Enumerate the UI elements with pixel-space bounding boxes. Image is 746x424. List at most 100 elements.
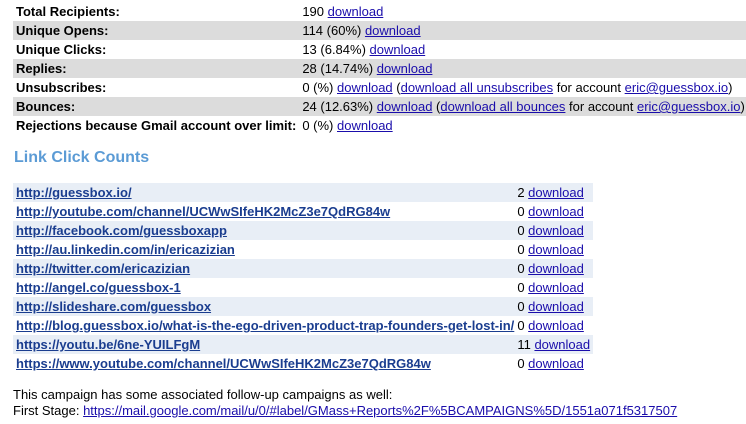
link-count-cell: 0 download xyxy=(517,297,594,316)
link-count-cell: 0 download xyxy=(517,278,593,297)
link-row: http://youtube.com/channel/UCWwSIfeHK2Mc… xyxy=(13,202,593,221)
link-url[interactable]: https://youtu.be/6ne-YUILFgM xyxy=(16,337,200,352)
link-count-cell: 0 download xyxy=(517,221,594,240)
link-download[interactable]: download xyxy=(528,242,584,257)
stats-link[interactable]: download xyxy=(377,61,433,76)
first-stage-label: First Stage: xyxy=(13,403,84,418)
link-download[interactable]: download xyxy=(528,318,584,333)
stats-value: 13 (6.84%) xyxy=(302,42,366,57)
link-url[interactable]: https://www.youtube.com/channel/UCWwSIfe… xyxy=(16,356,431,371)
link-download[interactable]: download xyxy=(528,280,584,295)
stats-value-cell: 114 (60%) download xyxy=(299,21,746,40)
stats-label: Unsubscribes: xyxy=(16,80,107,95)
stats-value-cell: 28 (14.74%) download xyxy=(299,59,746,78)
link-count: 0 xyxy=(517,223,525,238)
stats-value: 114 (60%) xyxy=(302,23,362,38)
link-url-cell: http://facebook.com/guessboxapp xyxy=(13,221,518,240)
stats-value: 0 (%) xyxy=(302,80,334,95)
stats-link[interactable]: download xyxy=(328,4,384,19)
stats-value: 190 xyxy=(302,4,325,19)
link-count-cell: 0 download xyxy=(517,240,593,259)
link-count: 0 xyxy=(517,280,525,295)
link-count: 0 xyxy=(517,204,525,219)
stats-link[interactable]: download xyxy=(377,99,433,114)
link-url[interactable]: http://angel.co/guessbox-1 xyxy=(16,280,181,295)
link-url[interactable]: http://au.linkedin.com/in/ericazizian xyxy=(16,242,235,257)
link-url[interactable]: http://twitter.com/ericazizian xyxy=(16,261,190,276)
stats-link[interactable]: download xyxy=(337,80,393,95)
stats-row: Total Recipients: 190 download xyxy=(13,2,746,21)
stats-link[interactable]: download all bounces xyxy=(440,99,565,114)
link-row: http://angel.co/guessbox-1 0 download xyxy=(13,278,593,297)
link-row: http://au.linkedin.com/in/ericazizian 0 d… xyxy=(13,240,593,259)
link-row: http://twitter.com/ericazizian 0 download xyxy=(13,259,594,278)
stats-label: Total Recipients: xyxy=(16,4,120,19)
link-count: 0 xyxy=(517,356,525,371)
stats-row: Rejections because Gmail account over li… xyxy=(13,116,746,135)
link-click-counts-heading: Link Click Counts xyxy=(14,149,150,166)
link-url[interactable]: http://blog.guessbox.io/what-is-the-ego-… xyxy=(16,318,514,333)
link-url[interactable]: http://youtube.com/channel/UCWwSIfeHK2Mc… xyxy=(16,204,390,219)
link-count-cell: 11 download xyxy=(517,335,594,354)
stats-label: Unique Clicks: xyxy=(16,42,107,57)
stats-row: Unique Clicks: 13 (6.84%) download xyxy=(13,40,746,59)
stats-text: for account xyxy=(565,99,637,114)
stats-value-cell: 24 (12.63%) download (download all bounc… xyxy=(299,97,746,116)
link-download[interactable]: download xyxy=(528,356,584,371)
stats-value-cell: 0 (%) download xyxy=(299,116,746,135)
link-url-cell: http://youtube.com/channel/UCWwSIfeHK2Mc… xyxy=(13,202,517,221)
stats-row: Unsubscribes: 0 (%) download (download al… xyxy=(13,78,746,97)
link-download[interactable]: download xyxy=(528,185,584,200)
stats-label: Rejections because Gmail account over li… xyxy=(16,118,297,133)
link-download[interactable]: download xyxy=(528,204,584,219)
stats-row: Bounces: 24 (12.63%) download (download a… xyxy=(13,97,746,116)
link-count: 0 xyxy=(517,299,525,314)
link-row: http://guessbox.io/2 download xyxy=(13,183,594,202)
stats-link[interactable]: eric@guessbox.io xyxy=(625,80,729,95)
followup-note-text: This campaign has some associated follow… xyxy=(13,387,393,402)
link-url-cell: https://youtu.be/6ne-YUILFgM xyxy=(13,335,518,354)
link-click-table: http://guessbox.io/2 download http://yout… xyxy=(13,183,594,373)
stats-value-cell: 13 (6.84%) download xyxy=(299,40,746,59)
link-count-cell: 2 download xyxy=(517,183,594,202)
link-download[interactable]: download xyxy=(528,223,584,238)
stats-text: ) xyxy=(728,80,733,95)
link-url-cell: http://angel.co/guessbox-1 xyxy=(13,278,517,297)
stats-link[interactable]: download all unsubscribes xyxy=(401,80,553,95)
link-url[interactable]: http://slideshare.com/guessbox xyxy=(16,299,211,314)
stats-link[interactable]: download xyxy=(370,42,426,57)
stats-row: Unique Opens: 114 (60%) download xyxy=(13,21,746,40)
first-stage-link[interactable]: https://mail.google.com/mail/u/0/#label/… xyxy=(83,403,677,418)
stats-link[interactable]: download xyxy=(337,118,393,133)
link-row: https://youtu.be/6ne-YUILFgM 11 download xyxy=(13,335,594,354)
followup-campaigns-note: This campaign has some associated follow… xyxy=(13,387,677,419)
link-row: http://facebook.com/guessboxapp 0 downloa… xyxy=(13,221,594,240)
stats-row: Replies: 28 (14.74%) download xyxy=(13,59,746,78)
link-url[interactable]: http://guessbox.io/ xyxy=(16,185,132,200)
stats-label: Bounces: xyxy=(13,97,300,116)
link-row: https://www.youtube.com/channel/UCWwSIfe… xyxy=(13,354,593,373)
link-url-cell: http://au.linkedin.com/in/ericazizian xyxy=(13,240,517,259)
stats-value: 24 (12.63%) xyxy=(302,99,374,114)
stats-link[interactable]: download xyxy=(365,23,421,38)
link-count: 0 xyxy=(517,318,525,333)
link-url-cell: https://www.youtube.com/channel/UCWwSIfe… xyxy=(13,354,517,373)
link-count: 0 xyxy=(517,242,525,257)
link-url[interactable]: http://facebook.com/guessboxapp xyxy=(16,223,227,238)
stats-text: for account xyxy=(553,80,625,95)
stats-value-cell: 190 download xyxy=(299,2,746,21)
link-count: 2 xyxy=(517,185,525,200)
campaign-stats-table: Total Recipients: 190 download Unique Open… xyxy=(13,2,746,135)
link-download[interactable]: download xyxy=(528,261,584,276)
link-download[interactable]: download xyxy=(528,299,584,314)
link-count: 11 xyxy=(517,337,531,352)
stats-text: ) xyxy=(740,99,745,114)
stats-label: Replies: xyxy=(13,59,300,78)
link-download[interactable]: download xyxy=(534,337,590,352)
stats-link[interactable]: eric@guessbox.io xyxy=(637,99,741,114)
link-url-cell: http://blog.guessbox.io/what-is-the-ego-… xyxy=(13,316,517,335)
link-row: http://blog.guessbox.io/what-is-the-ego-… xyxy=(13,316,593,335)
link-count-cell: 0 download xyxy=(517,259,594,278)
stats-value-cell: 0 (%) download (download all unsubscribe… xyxy=(299,78,746,97)
link-count: 0 xyxy=(517,261,525,276)
